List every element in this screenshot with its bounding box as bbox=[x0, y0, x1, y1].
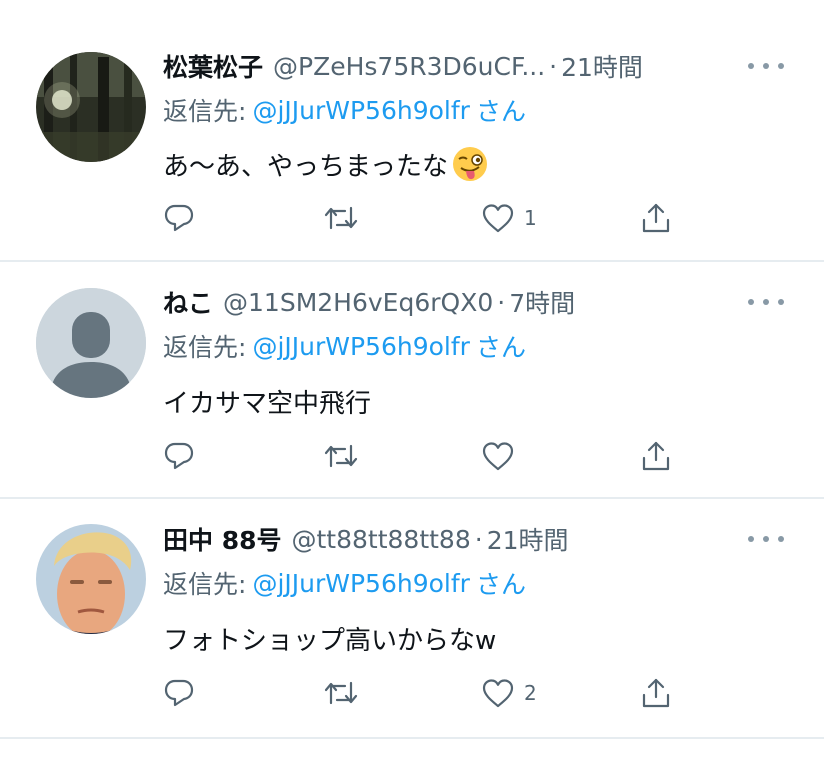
timestamp[interactable]: 21時間 bbox=[487, 521, 569, 557]
reply-mention-link[interactable]: @jJJurWP56h9olfr bbox=[252, 569, 470, 598]
display-name[interactable]: 田中 88号 bbox=[163, 521, 282, 557]
tweet-text-content: あ〜あ、やっちまったな bbox=[163, 151, 448, 182]
retweet-icon bbox=[324, 206, 358, 230]
like-count: 2 bbox=[524, 681, 537, 705]
separator-dot: · bbox=[497, 287, 506, 317]
reply-prefix: 返信先: bbox=[163, 570, 247, 599]
like-icon bbox=[482, 442, 514, 471]
user-handle[interactable]: @tt88tt88tt88 bbox=[292, 525, 471, 554]
tweet-2[interactable]: ねこ @11SM2H6vEq6rQX0 · 7時間 返信先: @jJJurWP5… bbox=[0, 262, 824, 499]
tweet-text: あ〜あ、やっちまったな bbox=[163, 144, 488, 184]
reply-button[interactable] bbox=[163, 198, 195, 238]
separator-dot: · bbox=[474, 524, 483, 554]
share-icon bbox=[642, 678, 670, 708]
tweet-text-content: イカサマ空中飛行 bbox=[163, 388, 372, 419]
avatar[interactable] bbox=[36, 52, 146, 162]
tweet-header: 松葉松子 @PZeHs75R3D6uCF... · 21時間 bbox=[163, 46, 643, 86]
reply-context: 返信先: @jJJurWP56h9olfr さん bbox=[163, 92, 526, 128]
timestamp[interactable]: 7時間 bbox=[509, 284, 575, 320]
like-button[interactable] bbox=[482, 436, 524, 476]
like-icon bbox=[482, 679, 514, 708]
tweet-header: 田中 88号 @tt88tt88tt88 · 21時間 bbox=[163, 519, 569, 559]
reply-suffix: さん bbox=[475, 97, 526, 126]
reply-button[interactable] bbox=[163, 436, 195, 476]
like-button[interactable]: 2 bbox=[482, 673, 537, 713]
divider bbox=[0, 737, 824, 739]
share-icon bbox=[642, 441, 670, 471]
more-icon[interactable] bbox=[748, 292, 784, 312]
avatar[interactable] bbox=[36, 288, 146, 398]
reply-icon bbox=[164, 204, 194, 232]
reply-mention-link[interactable]: @jJJurWP56h9olfr bbox=[252, 332, 470, 361]
tweet-header: ねこ @11SM2H6vEq6rQX0 · 7時間 bbox=[163, 282, 575, 322]
retweet-icon bbox=[324, 444, 358, 468]
reply-icon bbox=[164, 442, 194, 470]
display-name[interactable]: 松葉松子 bbox=[163, 48, 263, 84]
share-button[interactable] bbox=[640, 198, 672, 238]
tweet-3[interactable]: 田中 88号 @tt88tt88tt88 · 21時間 返信先: @jJJurW… bbox=[0, 499, 824, 739]
reply-mention-link[interactable]: @jJJurWP56h9olfr bbox=[252, 96, 470, 125]
tweet-text: フォトショップ高いからなw bbox=[163, 618, 496, 658]
reply-suffix: さん bbox=[475, 333, 526, 362]
retweet-icon bbox=[324, 681, 358, 705]
user-handle[interactable]: @11SM2H6vEq6rQX0 bbox=[223, 288, 493, 317]
like-icon bbox=[482, 204, 514, 233]
winking-face-with-tongue-icon bbox=[452, 147, 487, 181]
timestamp[interactable]: 21時間 bbox=[561, 48, 643, 84]
like-button[interactable]: 1 bbox=[482, 198, 537, 238]
separator-dot: · bbox=[549, 51, 558, 81]
share-button[interactable] bbox=[640, 436, 672, 476]
user-handle[interactable]: @PZeHs75R3D6uCF... bbox=[273, 52, 545, 81]
tweet-text-content: フォトショップ高いからなw bbox=[163, 625, 497, 656]
tweet-1[interactable]: 松葉松子 @PZeHs75R3D6uCF... · 21時間 返信先: @jJJ… bbox=[0, 0, 824, 262]
share-icon bbox=[642, 203, 670, 233]
like-count: 1 bbox=[524, 206, 537, 230]
reply-prefix: 返信先: bbox=[163, 333, 247, 362]
more-icon[interactable] bbox=[748, 56, 784, 76]
retweet-button[interactable] bbox=[323, 673, 359, 713]
retweet-button[interactable] bbox=[323, 436, 359, 476]
reply-context: 返信先: @jJJurWP56h9olfr さん bbox=[163, 328, 526, 364]
reply-button[interactable] bbox=[163, 673, 195, 713]
tweet-text: イカサマ空中飛行 bbox=[163, 381, 371, 421]
reply-prefix: 返信先: bbox=[163, 97, 247, 126]
default-avatar-icon bbox=[36, 288, 146, 398]
retweet-button[interactable] bbox=[323, 198, 359, 238]
share-button[interactable] bbox=[640, 673, 672, 713]
reply-context: 返信先: @jJJurWP56h9olfr さん bbox=[163, 565, 526, 601]
display-name[interactable]: ねこ bbox=[163, 284, 213, 320]
reply-icon bbox=[164, 679, 194, 707]
avatar[interactable] bbox=[36, 524, 146, 634]
reply-suffix: さん bbox=[475, 570, 526, 599]
more-icon[interactable] bbox=[748, 529, 784, 549]
